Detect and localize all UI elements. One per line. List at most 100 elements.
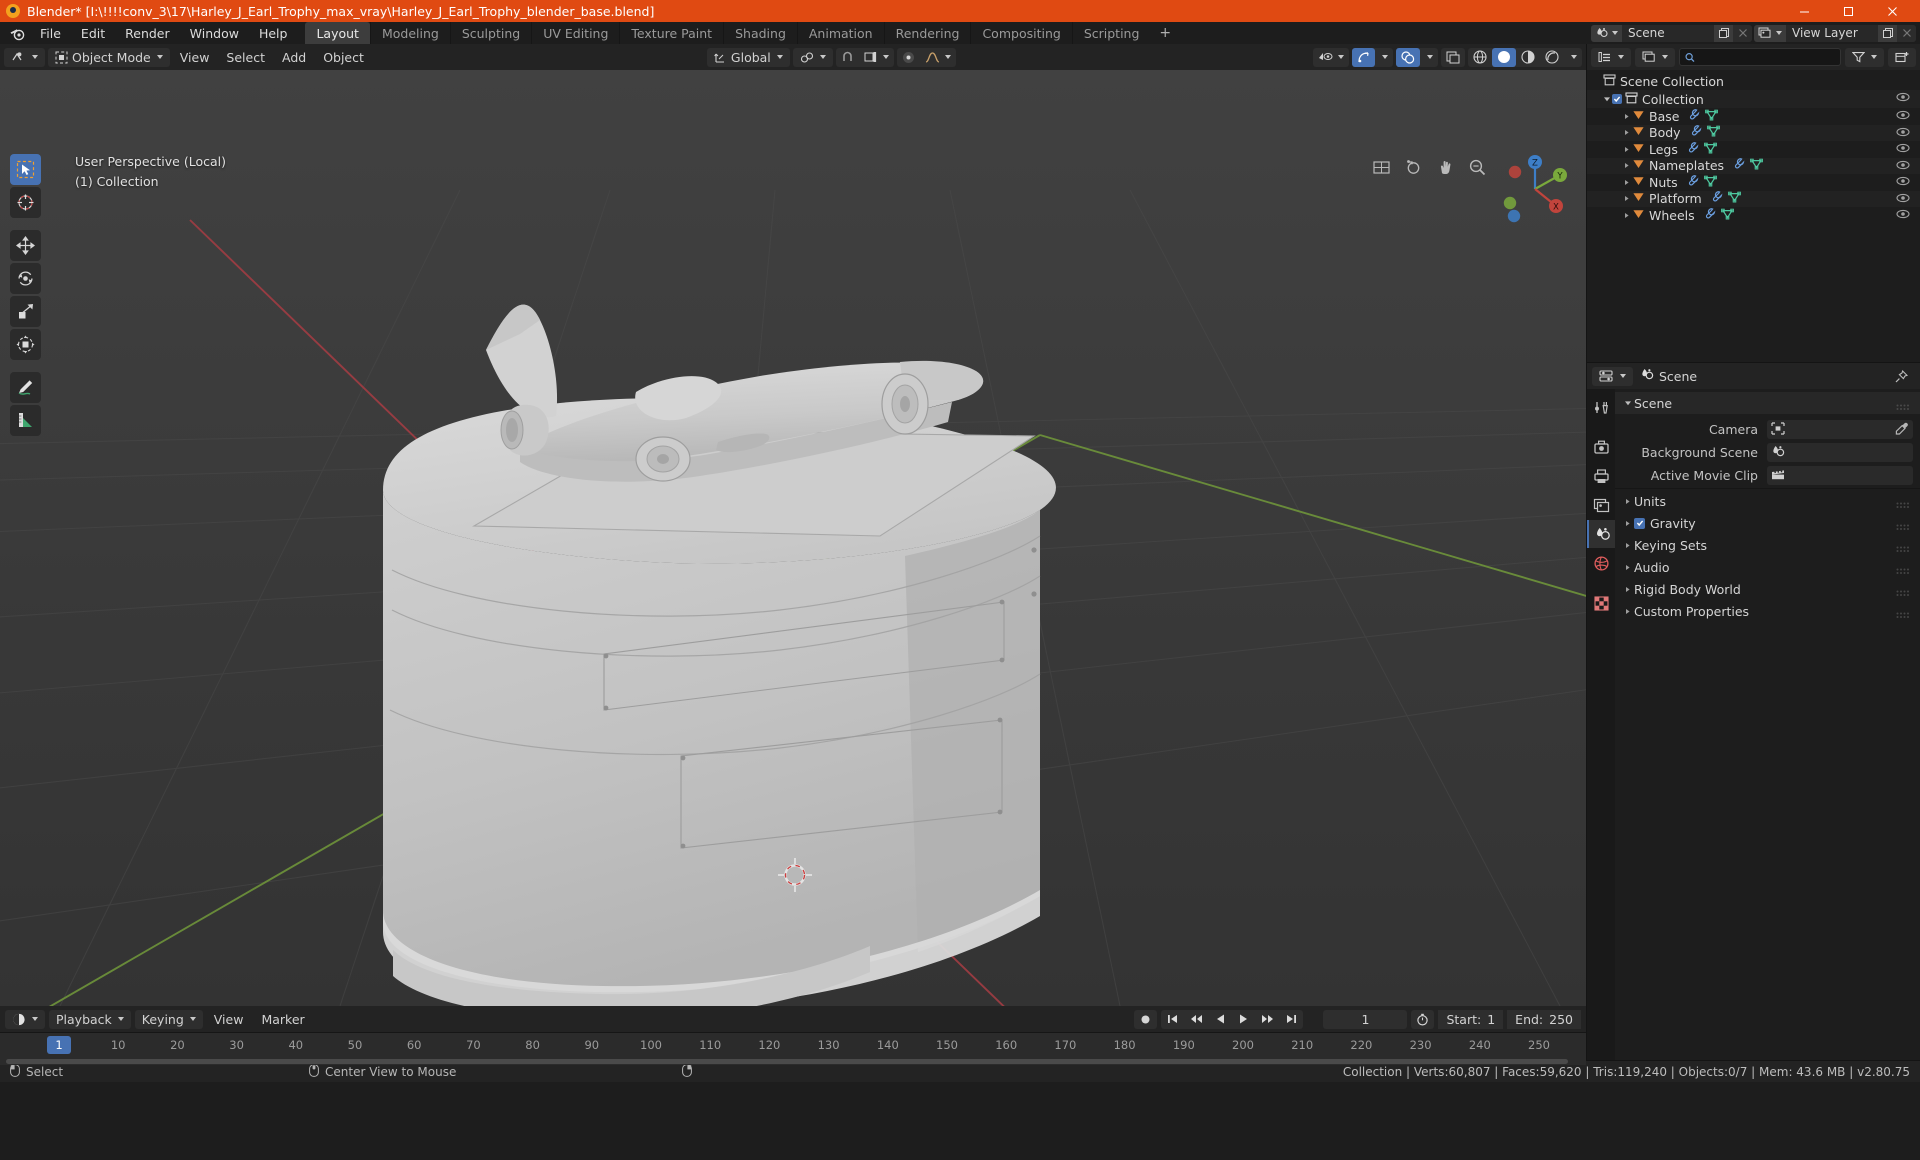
play-reverse-button[interactable] (1209, 1010, 1232, 1029)
tab-uv-editing[interactable]: UV Editing (531, 22, 619, 44)
menu-window[interactable]: Window (180, 22, 249, 44)
jump-to-start-button[interactable] (1161, 1010, 1184, 1029)
body-expand-icon[interactable] (1621, 129, 1632, 136)
tab-sculpting[interactable]: Sculpting (449, 22, 531, 44)
viewport-menu-select[interactable]: Select (219, 48, 272, 67)
collection-expand-icon[interactable] (1601, 95, 1612, 103)
shading-options-dropdown[interactable] (1564, 48, 1582, 67)
outliner-editor-type-selector[interactable] (1591, 47, 1631, 67)
viewport-menu-view[interactable]: View (173, 48, 217, 67)
eyedropper-icon[interactable] (1895, 422, 1909, 438)
jump-to-end-button[interactable] (1280, 1010, 1303, 1029)
measure-tool[interactable] (10, 405, 41, 436)
camera-field[interactable] (1767, 420, 1913, 439)
scene-selector[interactable]: Scene (1591, 24, 1752, 42)
annotate-tool[interactable] (10, 372, 41, 403)
mesh-data-icon[interactable] (1703, 175, 1717, 190)
tab-scene-properties[interactable] (1587, 520, 1615, 548)
body-visibility-eye-icon[interactable] (1896, 126, 1910, 141)
outliner-row-nuts[interactable]: Nuts (1587, 174, 1920, 191)
overlay-options-dropdown[interactable] (1420, 48, 1438, 67)
shading-material-button[interactable] (1516, 48, 1540, 67)
nameplates-visibility-eye-icon[interactable] (1896, 159, 1910, 174)
navigation-axis-gizmo[interactable]: Z Y X (1498, 152, 1572, 226)
platform-visibility-eye-icon[interactable] (1896, 192, 1910, 207)
nameplates-expand-icon[interactable] (1621, 162, 1632, 169)
scale-tool[interactable] (10, 296, 41, 327)
use-preview-range-toggle[interactable] (1411, 1009, 1435, 1029)
panel-rigid-body-world[interactable]: Rigid Body World (1615, 578, 1920, 600)
play-button[interactable] (1232, 1010, 1255, 1029)
close-button[interactable] (1870, 0, 1914, 22)
mesh-data-icon[interactable] (1727, 191, 1741, 206)
shading-solid-button[interactable] (1492, 47, 1516, 67)
properties-editor-type-selector[interactable] (1592, 366, 1633, 386)
collection-visibility-eye-icon[interactable] (1896, 91, 1910, 106)
panel-keying-sets[interactable]: Keying Sets (1615, 534, 1920, 556)
tab-scripting[interactable]: Scripting (1071, 22, 1151, 44)
mesh-data-icon[interactable] (1705, 109, 1719, 124)
menu-render[interactable]: Render (115, 22, 180, 44)
tab-shading[interactable]: Shading (723, 22, 797, 44)
mesh-data-icon[interactable] (1720, 208, 1734, 223)
active-movie-clip-field[interactable] (1767, 466, 1913, 485)
add-workspace-button[interactable]: + (1150, 22, 1180, 44)
outliner-search-field[interactable] (1679, 48, 1841, 66)
tab-output-properties[interactable] (1587, 462, 1615, 490)
frame-end-field[interactable]: End: 250 (1507, 1009, 1581, 1029)
tab-render-properties[interactable] (1587, 433, 1615, 461)
modifier-icon[interactable] (1687, 141, 1699, 157)
tab-texture-properties[interactable] (1587, 589, 1615, 617)
nuts-expand-icon[interactable] (1621, 179, 1632, 186)
new-scene-button[interactable] (1714, 24, 1733, 42)
outliner-row-collection[interactable]: Collection (1587, 90, 1920, 108)
outliner-row-wheels[interactable]: Wheels (1587, 207, 1920, 224)
transform-orientation-selector[interactable]: Global (706, 47, 790, 67)
proportional-edit-toggle[interactable] (897, 48, 920, 67)
view-layer-selector[interactable]: View Layer (1754, 24, 1916, 42)
legs-expand-icon[interactable] (1621, 146, 1632, 153)
outliner-search-input[interactable] (1699, 50, 1835, 64)
pin-id-data-button[interactable] (1888, 367, 1915, 386)
tab-animation[interactable]: Animation (796, 22, 884, 44)
timeline-menu-playback[interactable]: Playback (49, 1009, 131, 1029)
tab-compositing[interactable]: Compositing (970, 22, 1071, 44)
menu-file[interactable]: File (30, 22, 71, 44)
cursor-tool[interactable] (10, 187, 41, 218)
modifier-icon[interactable] (1704, 207, 1716, 223)
menu-edit[interactable]: Edit (71, 22, 115, 44)
3d-viewport[interactable]: User Perspective (Local) (1) Collection (0, 70, 1586, 1006)
outliner-filter-button[interactable] (1845, 47, 1884, 67)
tab-layout[interactable]: Layout (305, 22, 370, 44)
snap-target-selector[interactable] (792, 47, 833, 67)
modifier-icon[interactable] (1688, 108, 1700, 124)
collection-enable-checkbox[interactable] (1612, 94, 1622, 104)
mesh-data-icon[interactable] (1703, 142, 1717, 157)
gravity-checkbox[interactable] (1634, 517, 1645, 529)
tab-view-layer-properties[interactable] (1587, 491, 1615, 519)
panel-custom-properties[interactable]: Custom Properties (1615, 600, 1920, 622)
timeline-editor-type-selector[interactable] (5, 1009, 45, 1029)
wheels-visibility-eye-icon[interactable] (1896, 208, 1910, 223)
proportional-falloff-selector[interactable] (920, 48, 956, 67)
outliner-tree[interactable]: Scene Collection Collection Base Body Le… (1587, 70, 1920, 362)
timeline-playhead[interactable]: 1 (47, 1036, 71, 1054)
minimize-button[interactable] (1782, 0, 1826, 22)
outliner-row-base[interactable]: Base (1587, 108, 1920, 125)
panel-scene[interactable]: Scene (1615, 392, 1920, 414)
jump-to-next-keyframe-button[interactable] (1255, 1010, 1280, 1029)
tab-modeling[interactable]: Modeling (369, 22, 450, 44)
tab-texture-paint[interactable]: Texture Paint (619, 22, 723, 44)
panel-units[interactable]: Units (1615, 490, 1920, 512)
select-box-tool[interactable] (10, 154, 41, 185)
shading-wireframe-button[interactable] (1468, 48, 1492, 67)
timeline-menu-keying[interactable]: Keying (134, 1009, 203, 1029)
modifier-icon[interactable] (1687, 174, 1699, 190)
shading-rendered-button[interactable] (1540, 48, 1564, 67)
show-gizmo-toggle[interactable] (1352, 47, 1375, 67)
menu-help[interactable]: Help (249, 22, 298, 44)
pan-view-icon[interactable] (1432, 154, 1458, 180)
gizmo-options-dropdown[interactable] (1375, 48, 1393, 67)
wheels-expand-icon[interactable] (1621, 212, 1632, 219)
modifier-icon[interactable] (1711, 191, 1723, 206)
